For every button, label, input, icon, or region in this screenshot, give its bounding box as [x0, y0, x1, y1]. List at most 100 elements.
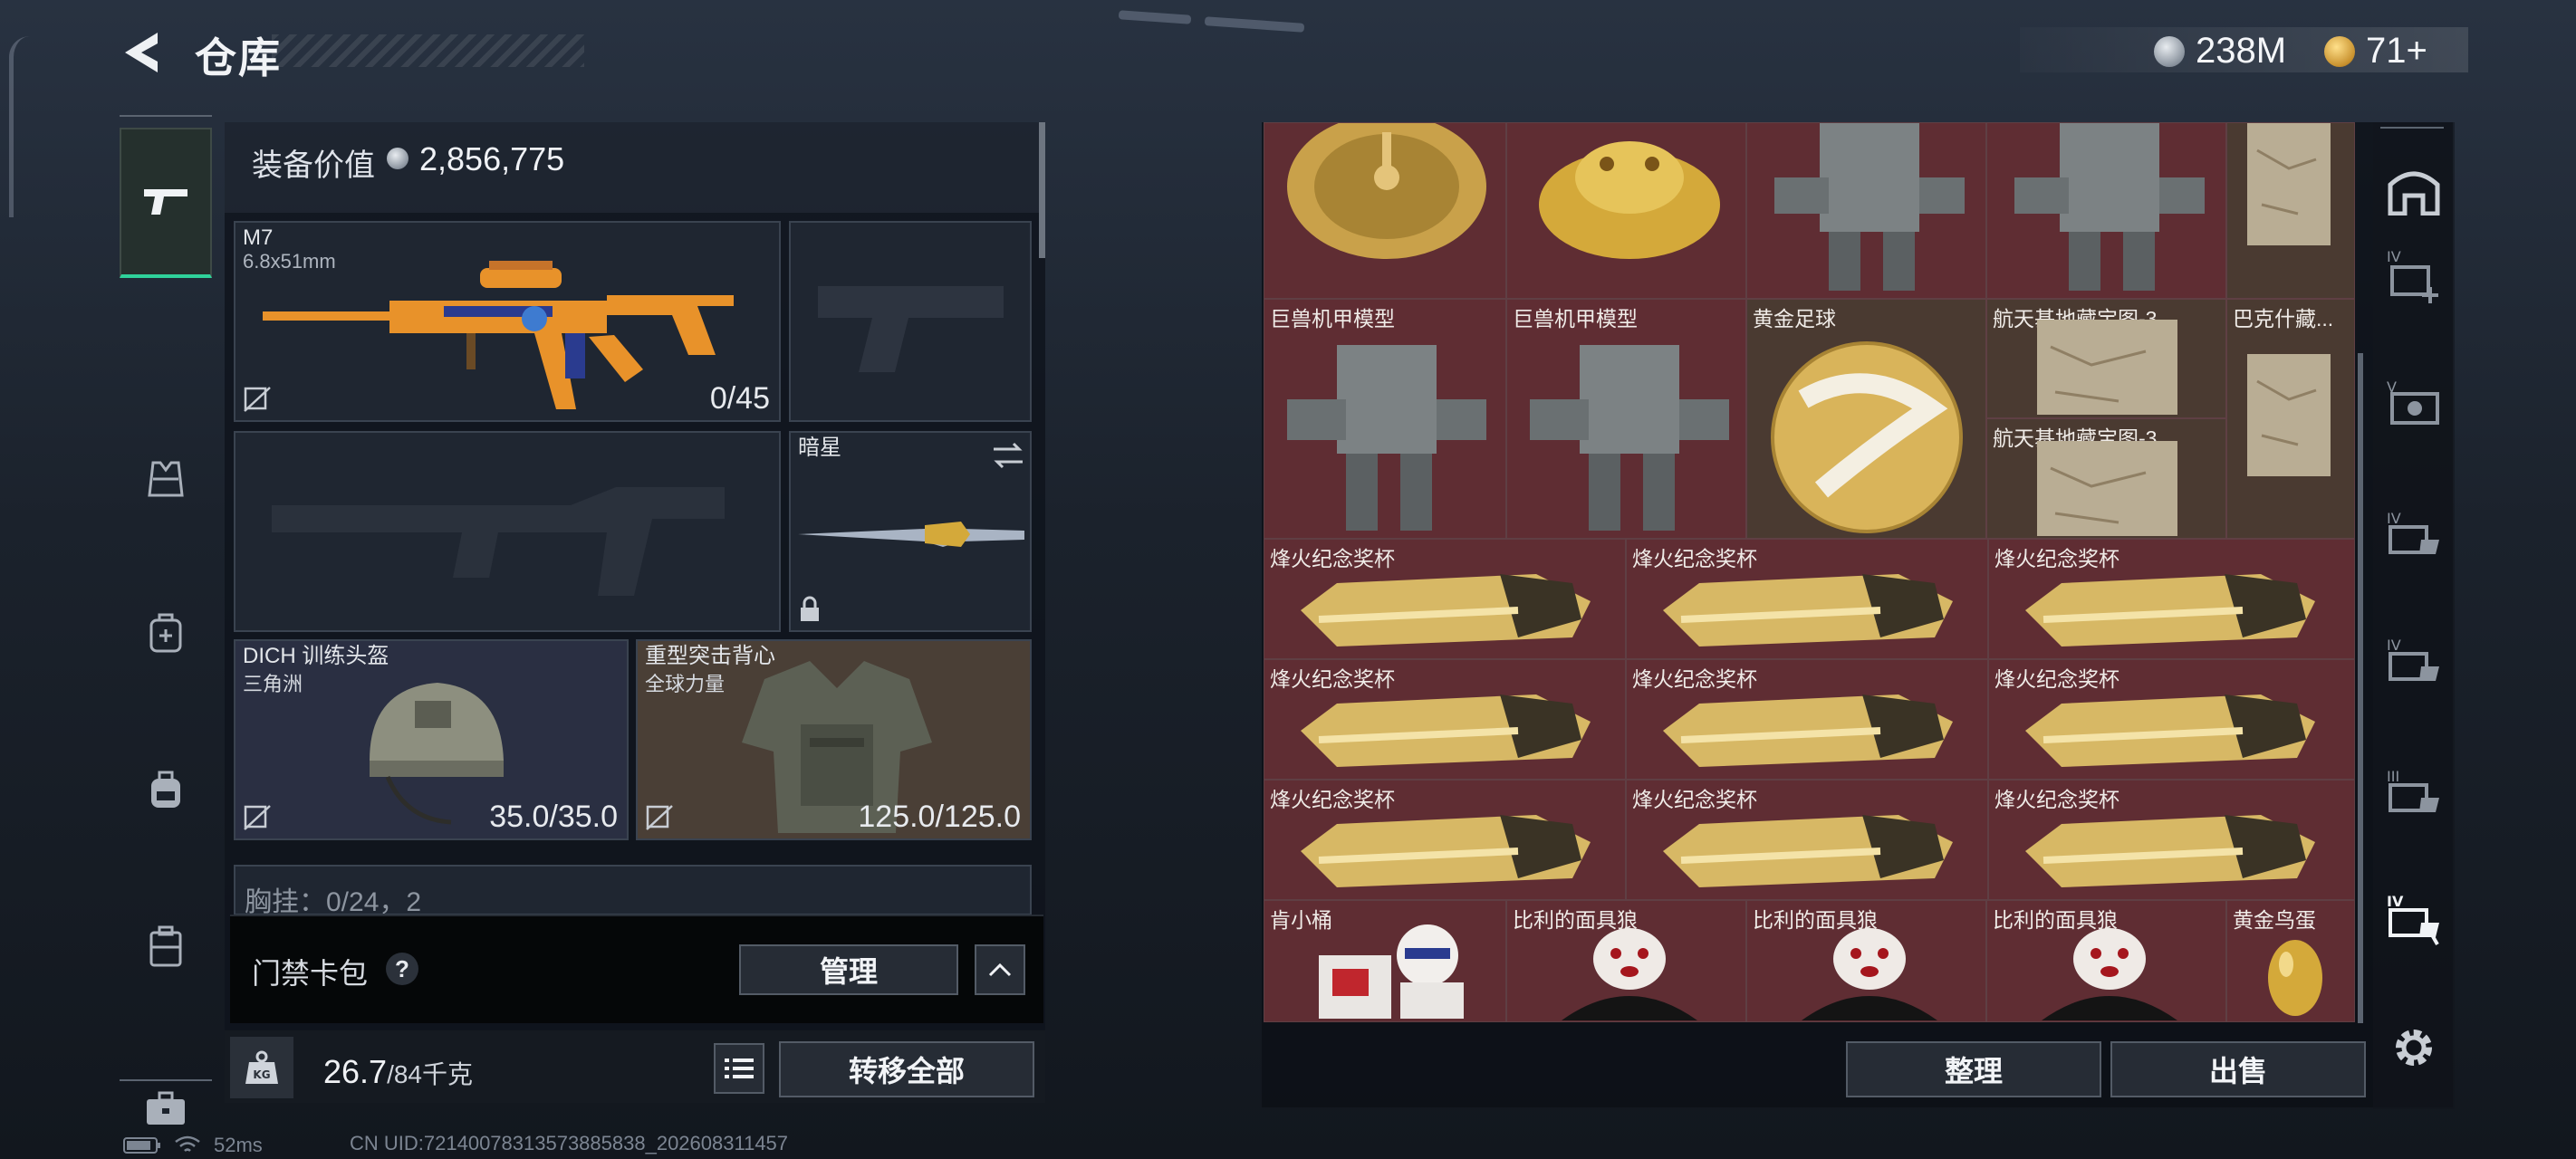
storage-item-cell[interactable]: 烽火纪念奖杯	[1626, 780, 1988, 900]
ping-text: 52ms	[214, 1134, 263, 1156]
iv-case-icon: IV	[2387, 637, 2439, 681]
trophy-icon	[1301, 574, 1591, 647]
silver-currency[interactable]: 238M	[2154, 31, 2286, 72]
storage-item-cell[interactable]	[1746, 122, 1986, 299]
treasure-map-icon	[2037, 320, 2177, 415]
storage-item-cell[interactable]: 烽火纪念奖杯	[1264, 780, 1626, 900]
storage-item-cell[interactable]: 烽火纪念奖杯	[1988, 780, 2355, 900]
secondary-weapon-slot[interactable]	[234, 431, 781, 632]
transfer-all-button[interactable]: 转移全部	[779, 1041, 1034, 1097]
armor-slot[interactable]: 重型突击背心 全球力量 125.0/125.0	[636, 639, 1032, 840]
primary-weapon-slot[interactable]: M7 6.8x51mm 0/45	[234, 221, 781, 422]
equipment-scrollbar[interactable]	[1039, 122, 1045, 258]
gold-toad-icon	[1539, 141, 1720, 259]
gold-amount: 71+	[2366, 31, 2427, 71]
tab-iv-case-selected[interactable]: IV	[2382, 887, 2446, 951]
toolbox-icon	[147, 1091, 185, 1125]
storage-item-cell[interactable]: 肯小桶	[1264, 900, 1506, 1022]
treasure-map-icon	[2247, 354, 2331, 476]
uid-text: CN UID:7214007831357388583​8_20260831145…	[350, 1132, 789, 1154]
pistol-placeholder-icon	[818, 286, 1004, 372]
list-view-button[interactable]	[714, 1043, 764, 1094]
storage-scrollbar[interactable]	[2358, 353, 2363, 1023]
weapon-name: M7	[243, 225, 274, 250]
nav-weapons[interactable]	[120, 128, 212, 278]
storage-item-cell[interactable]: 巴克什藏...	[2226, 299, 2355, 539]
helmet-durability: 35.0/35.0	[489, 800, 618, 834]
tab-vault[interactable]	[2382, 158, 2446, 222]
pistol-icon	[144, 189, 187, 215]
expand-button[interactable]	[975, 944, 1025, 995]
case-icon	[149, 925, 182, 967]
iii-case-icon: III	[2387, 768, 2439, 812]
nav-case[interactable]	[120, 897, 212, 997]
trophy-icon	[2025, 574, 2315, 647]
storage-item-cell[interactable]: 巨兽机甲模型	[1264, 299, 1506, 539]
storage-item-cell[interactable]: 烽火纪念奖杯	[1988, 659, 2355, 780]
storage-item-cell[interactable]: 比利的面具狼	[1506, 900, 1746, 1022]
trophy-icon	[1663, 574, 1953, 647]
tab-iv-case-2[interactable]: IV	[2382, 629, 2446, 693]
chest-rig-slot[interactable]: 胸挂：0/24，2	[234, 865, 1032, 915]
knife-image-icon	[798, 522, 1024, 547]
iv-case-selected-icon: IV	[2387, 893, 2439, 945]
tab-iv-case-add[interactable]: IV	[2382, 244, 2446, 308]
sell-button[interactable]: 出售	[2110, 1041, 2366, 1097]
rifle-placeholder-icon	[272, 487, 725, 596]
item-label: 巨兽机甲模型	[1270, 307, 1395, 330]
storage-item-cell[interactable]: 黄金鸟蛋	[2226, 900, 2355, 1022]
storage-item-cell[interactable]: 烽火纪念奖杯	[1626, 659, 1988, 780]
gold-currency[interactable]: 71+	[2324, 31, 2427, 72]
swap-icon[interactable]	[990, 440, 1026, 471]
tab-divider	[2380, 127, 2444, 129]
storage-item-cell[interactable]: 烽火纪念奖杯	[1264, 659, 1626, 780]
storage-item-cell[interactable]: 航天基地藏宝图-3	[1986, 299, 2226, 418]
storage-item-cell[interactable]	[1506, 122, 1746, 299]
storage-item-cell[interactable]: 黄金足球	[1746, 299, 1986, 539]
tab-v-case[interactable]: V	[2382, 371, 2446, 435]
storage-item-cell[interactable]	[1264, 122, 1506, 299]
kg-weight-icon: KG	[245, 1050, 278, 1084]
battery-icon	[123, 1137, 160, 1154]
trophy-icon	[1663, 815, 1953, 887]
treasure-map-icon	[2037, 441, 2177, 536]
no-insure-icon	[244, 387, 271, 412]
storage-item-cell[interactable]: 烽火纪念奖杯	[1264, 539, 1626, 659]
helmet-slot[interactable]: DICH 训练头盔 三角洲 35.0/35.0	[234, 639, 629, 840]
trophy-icon	[2025, 815, 2315, 887]
storage-item-cell[interactable]: 比利的面具狼	[1986, 900, 2226, 1022]
melee-name: 暗星	[798, 436, 841, 460]
page-title: 仓库	[195, 34, 282, 81]
back-button[interactable]	[118, 29, 172, 76]
armor-vest-icon	[148, 461, 184, 497]
storage-item-cell[interactable]	[1986, 122, 2226, 299]
nav-medical-backpack[interactable]	[120, 583, 212, 683]
storage-item-cell[interactable]: 烽火纪念奖杯	[1988, 539, 2355, 659]
manage-button[interactable]: 管理	[739, 944, 958, 995]
title-stripe	[272, 34, 584, 67]
access-card-label: 门禁卡包	[252, 957, 369, 990]
nav-backpack[interactable]	[120, 740, 212, 839]
trophy-icon	[2025, 694, 2315, 767]
sort-button[interactable]: 整理	[1846, 1041, 2101, 1097]
pistol-slot[interactable]	[789, 221, 1032, 422]
tab-iv-case-1[interactable]: IV	[2382, 503, 2446, 566]
status-bar: 52ms	[123, 1134, 263, 1157]
storage-item-cell[interactable]: 烽火纪念奖杯	[1626, 539, 1988, 659]
tab-iii-case[interactable]: III	[2382, 761, 2446, 824]
silver-coin-icon	[2154, 35, 2185, 67]
melee-slot[interactable]: 暗星	[789, 431, 1032, 632]
help-icon[interactable]: ?	[386, 953, 418, 985]
settings-button[interactable]	[2382, 1016, 2446, 1079]
storage-item-cell[interactable]: 巨兽机甲模型	[1506, 299, 1746, 539]
svg-text:IV: IV	[2387, 248, 2401, 265]
svg-text:KG: KG	[253, 1068, 270, 1081]
storage-item-cell[interactable]	[2226, 122, 2355, 299]
svg-text:IV: IV	[2387, 510, 2401, 527]
helmet-faction: 三角洲	[243, 673, 303, 695]
storage-item-cell[interactable]: 航天基地藏宝图-3	[1986, 418, 2226, 539]
nav-armor[interactable]	[120, 429, 212, 529]
no-insure-icon	[244, 805, 271, 830]
weight-max: /84千克	[387, 1060, 474, 1088]
storage-item-cell[interactable]: 比利的面具狼	[1746, 900, 1986, 1022]
